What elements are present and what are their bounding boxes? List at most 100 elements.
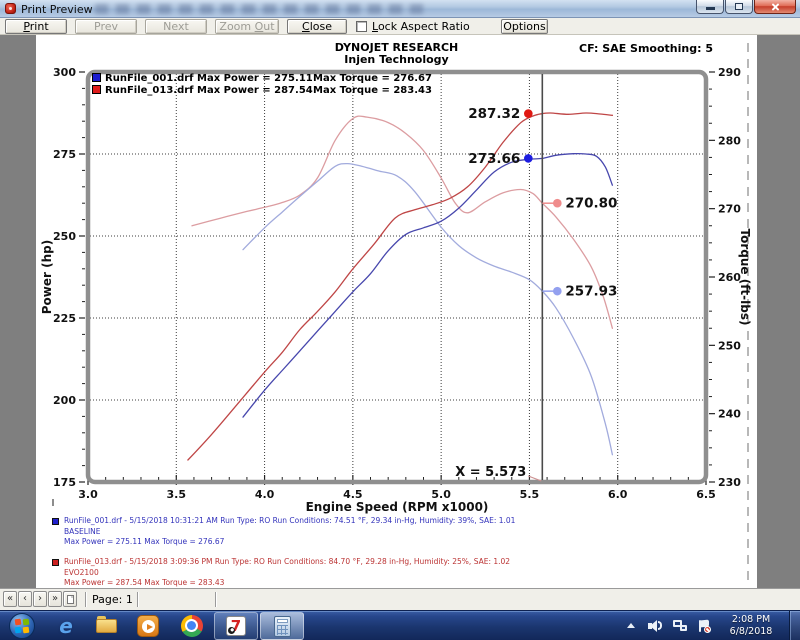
titlebar-ghost-text	[95, 4, 425, 14]
next-button[interactable]: Next	[145, 19, 207, 34]
app-icon	[5, 3, 16, 14]
lock-aspect-ratio-label: Lock Aspect Ratio	[372, 20, 470, 33]
taskbar: e 7	[0, 610, 800, 640]
system-tray: 2:08 PM 6/8/2018	[615, 611, 800, 640]
taskbar-winpep-app[interactable]: 7	[214, 612, 258, 640]
legend-max-power: Max Power = 287.54	[197, 85, 313, 96]
calculator-icon	[274, 616, 291, 637]
cursor-x-label: X = 5.573	[455, 465, 526, 480]
legend-file: RunFile_001.drf	[105, 73, 194, 84]
preview-workspace: X = 5.573 287.32 273.66 270.80 257.93 3.0 3.5 4…	[0, 35, 800, 588]
start-button[interactable]	[9, 613, 35, 639]
volume-icon[interactable]	[648, 620, 663, 632]
close-window-button[interactable]	[754, 0, 796, 14]
torque-tick-label: 280	[718, 134, 741, 147]
torque-tick-label: 250	[718, 339, 741, 352]
readout-value: 273.66	[468, 151, 520, 167]
prev-page-button[interactable]: ‹	[18, 591, 32, 607]
run-info-block: RunFile_013.drf - 5/15/2018 3:09:36 PM R…	[52, 557, 510, 589]
next-page-button[interactable]: ›	[33, 591, 47, 607]
torque-axis-title: Torque (ft-lbs)	[738, 229, 752, 326]
x-tick-label: 5.5	[520, 488, 540, 501]
hidden-icons-arrow[interactable]	[627, 623, 635, 628]
page-number-label: Page: 1	[92, 593, 133, 606]
show-desktop-button[interactable]	[789, 611, 800, 640]
run-info-line: RunFile_001.drf - 5/15/2018 10:31:21 AM …	[64, 516, 515, 527]
run-info-name: EVO2100	[64, 568, 510, 579]
statusbar-divider	[85, 592, 87, 607]
curve-runfile-013-torque-ft-lbs-	[192, 116, 612, 328]
torque-tick-label: 290	[718, 66, 741, 79]
x-axis-title: Engine Speed (RPM x1000)	[306, 500, 489, 514]
media-player-icon[interactable]	[137, 615, 159, 637]
torque-tick-label: 260	[718, 271, 741, 284]
chrome-icon[interactable]	[181, 615, 203, 637]
restore-icon	[735, 3, 743, 10]
document-icon	[67, 595, 74, 604]
legend-max-torque: Max Torque = 276.67	[313, 73, 432, 84]
window-title: Print Preview	[21, 3, 93, 16]
curve-runfile-001-power-hp-	[243, 154, 612, 418]
legend-swatch-blue	[92, 73, 101, 82]
statusbar: « ‹ › » Page: 1	[0, 588, 800, 610]
legend-row: RunFile_001.drf Max Power = 275.11 Max T…	[92, 73, 313, 85]
power-tick-label: 250	[53, 230, 76, 243]
legend-max-torque: Max Torque = 283.43	[313, 85, 432, 96]
power-tick-label: 200	[53, 394, 76, 407]
statusbar-divider	[215, 592, 217, 607]
toolbar: Print Prev Next Zoom Out Close Lock Aspe…	[0, 18, 800, 35]
x-tick-label: 4.0	[255, 488, 275, 501]
power-axis-title: Power (hp)	[40, 240, 54, 314]
run-swatch-red	[52, 559, 59, 566]
readout-value: 270.80	[565, 196, 617, 212]
prev-button[interactable]: Prev	[75, 19, 137, 34]
x-tick-label: 3.5	[167, 488, 187, 501]
chart-legend: RunFile_001.drf Max Power = 275.11 Max T…	[92, 73, 313, 97]
windows-flag-icon	[15, 619, 22, 626]
power-tick-label: 175	[53, 476, 76, 489]
x-tick-label: 3.0	[78, 488, 98, 501]
correction-factor-label: CF: SAE Smoothing: 5	[579, 42, 713, 55]
titlebar[interactable]: Print Preview	[0, 0, 800, 18]
taskbar-calculator-app[interactable]	[260, 612, 304, 640]
page-setup-button[interactable]	[63, 591, 77, 607]
legend-row: RunFile_013.drf Max Power = 287.54 Max T…	[92, 85, 313, 97]
run-info-max: Max Power = 275.11 Max Torque = 276.67	[64, 537, 515, 548]
torque-tick-label: 230	[718, 476, 741, 489]
last-page-button[interactable]: »	[48, 591, 62, 607]
lock-aspect-ratio-checkbox[interactable]	[356, 21, 367, 32]
internet-explorer-icon[interactable]: e	[55, 615, 77, 637]
readout-dot	[524, 154, 533, 163]
minimize-button[interactable]	[696, 0, 724, 14]
print-button[interactable]: Print	[5, 19, 67, 34]
preview-page: X = 5.573 287.32 273.66 270.80 257.93 3.0 3.5 4…	[36, 35, 757, 588]
statusbar-divider	[137, 592, 139, 607]
dyno-chart: X = 5.573 287.32 273.66 270.80 257.93 3.0 3.5 4…	[36, 35, 757, 588]
options-button[interactable]: Options	[501, 19, 548, 34]
network-icon[interactable]	[673, 620, 688, 632]
legend-swatch-red	[92, 85, 101, 94]
readout-value: 287.32	[468, 106, 520, 122]
run-info-max: Max Power = 287.54 Max Torque = 283.43	[64, 578, 510, 589]
taskbar-clock[interactable]: 2:08 PM 6/8/2018	[719, 614, 783, 638]
run-swatch-blue	[52, 518, 59, 525]
readout-dot	[553, 199, 562, 208]
first-page-button[interactable]: «	[3, 591, 17, 607]
desktop-screen: Print Preview Print Prev Next Zoom Out C…	[0, 0, 800, 640]
legend-max-power: Max Power = 275.11	[197, 73, 313, 84]
page-margin-mark	[52, 499, 54, 506]
power-tick-label: 275	[53, 148, 76, 161]
readout-dot	[524, 109, 533, 118]
readout-value: 257.93	[565, 284, 617, 300]
run-info-block: RunFile_001.drf - 5/15/2018 10:31:21 AM …	[52, 516, 515, 548]
close-preview-button[interactable]: Close	[287, 19, 347, 34]
restore-button[interactable]	[725, 0, 753, 14]
zoom-out-button[interactable]: Zoom Out	[215, 19, 279, 34]
power-tick-label: 300	[53, 66, 76, 79]
file-explorer-icon[interactable]	[96, 619, 118, 640]
action-center-flag-icon[interactable]	[698, 620, 712, 633]
readout-dot	[553, 287, 562, 296]
clock-date: 6/8/2018	[719, 626, 783, 638]
x-tick-label: 6.0	[608, 488, 628, 501]
legend-file: RunFile_013.drf	[105, 85, 194, 96]
